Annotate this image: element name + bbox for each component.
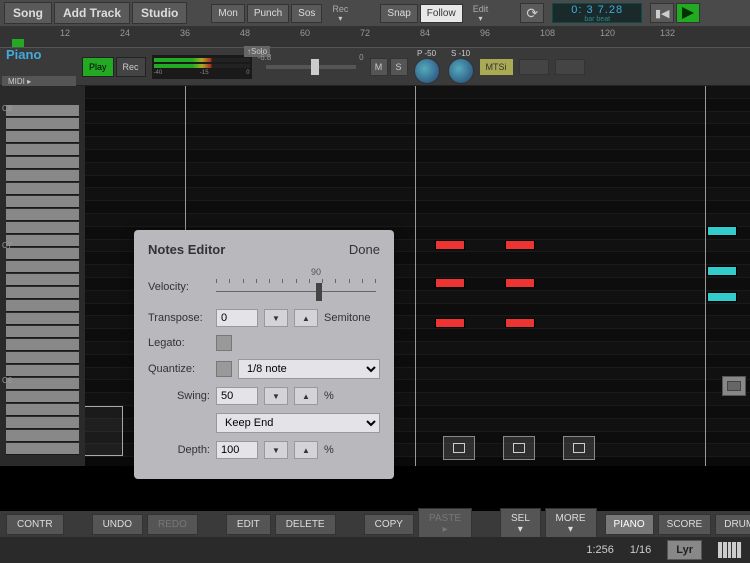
studio-button[interactable]: Studio [132, 2, 187, 24]
send-knob[interactable] [448, 58, 474, 84]
piano-keyboard[interactable]: C8 C7 C6 [0, 86, 85, 466]
sos-button[interactable]: Sos [291, 4, 322, 23]
depth-up-button[interactable]: ▲ [294, 441, 318, 459]
undo-button[interactable]: UNDO [92, 514, 143, 535]
slot-2[interactable] [555, 59, 585, 75]
mute-button[interactable]: M [370, 58, 388, 76]
add-track-button[interactable]: Add Track [54, 2, 130, 24]
midi-note[interactable] [505, 240, 535, 250]
midi-note[interactable] [435, 278, 465, 288]
track-header: Piano MIDI ▸ Play Rec -40-150 -6.8 0 M S… [0, 48, 750, 86]
track-name: Piano [6, 47, 76, 62]
semitone-label: Semitone [324, 312, 370, 324]
depth-input[interactable] [216, 441, 258, 459]
quantize-select[interactable]: 1/8 note [238, 359, 380, 379]
drum-tab[interactable]: DRUM [715, 514, 750, 535]
keep-end-select[interactable]: Keep End [216, 413, 380, 433]
keyboard-icon[interactable] [718, 542, 742, 558]
depth-label: Depth: [148, 444, 210, 456]
redo-button[interactable]: REDO [147, 514, 198, 535]
notes-editor-dialog: Notes Editor Done Velocity: 90 Transpose… [134, 230, 394, 479]
transpose-input[interactable] [216, 309, 258, 327]
selection-region[interactable] [85, 406, 123, 456]
velocity-label: Velocity: [148, 281, 210, 293]
midi-note[interactable] [505, 278, 535, 288]
midi-note[interactable] [505, 318, 535, 328]
follow-button[interactable]: Follow [420, 4, 463, 23]
lyr-button[interactable]: Lyr [667, 540, 702, 560]
mtsi-indicator[interactable]: MTSi [480, 59, 513, 75]
swing-down-button[interactable]: ▼ [264, 387, 288, 405]
track-play-button[interactable]: Play [82, 57, 114, 77]
sel-button[interactable]: SEL ▾ [500, 508, 541, 540]
transpose-down-button[interactable]: ▼ [264, 309, 288, 327]
score-tab[interactable]: SCORE [658, 514, 712, 535]
legato-label: Legato: [148, 337, 210, 349]
track-rec-button[interactable]: Rec [116, 57, 146, 77]
paste-button[interactable]: PASTE ▸ [418, 508, 472, 540]
status-bar: 1:256 1/16 Lyr [0, 537, 750, 563]
bottom-toolbar: CONTR UNDO REDO EDIT DELETE COPY PASTE ▸… [0, 511, 750, 537]
transpose-up-button[interactable]: ▲ [294, 309, 318, 327]
delete-button[interactable]: DELETE [275, 514, 336, 535]
level-meter: -40-150 [152, 55, 252, 79]
loop-marker[interactable] [443, 436, 475, 460]
swing-up-button[interactable]: ▲ [294, 387, 318, 405]
midi-note[interactable] [707, 292, 737, 302]
volume-slider[interactable] [266, 65, 356, 69]
top-toolbar: Song Add Track Studio Mon Punch Sos Rec … [0, 0, 750, 26]
midi-note[interactable] [435, 240, 465, 250]
more-button[interactable]: MORE ▾ [545, 508, 597, 540]
mon-button[interactable]: Mon [211, 4, 244, 23]
depth-down-button[interactable]: ▼ [264, 441, 288, 459]
rec-label: Rec [332, 4, 348, 14]
transport-display: 0: 3 7.28 bar beat [552, 3, 642, 23]
midi-note[interactable] [707, 226, 737, 236]
quantize-label: Quantize: [148, 363, 210, 375]
grid-indicator[interactable]: 1/16 [630, 544, 651, 556]
copy-button[interactable]: COPY [364, 514, 414, 535]
loop-marker[interactable] [503, 436, 535, 460]
song-button[interactable]: Song [4, 2, 52, 24]
done-button[interactable]: Done [349, 242, 380, 257]
contr-button[interactable]: CONTR [6, 514, 64, 535]
midi-note[interactable] [435, 318, 465, 328]
midi-note[interactable] [707, 266, 737, 276]
solo-button[interactable]: S [390, 58, 408, 76]
punch-button[interactable]: Punch [247, 4, 289, 23]
scroll-widget[interactable] [722, 376, 746, 396]
quantize-checkbox[interactable] [216, 361, 232, 377]
cycle-button[interactable]: ⟳ [520, 3, 544, 23]
rewind-button[interactable]: ▮◀ [650, 3, 674, 23]
midi-dropdown[interactable]: MIDI ▸ [2, 76, 76, 87]
swing-input[interactable] [216, 387, 258, 405]
velocity-slider[interactable]: 90 [216, 273, 376, 301]
snap-button[interactable]: Snap [380, 4, 417, 23]
swing-label: Swing: [148, 390, 210, 402]
start-marker[interactable] [12, 39, 24, 47]
dialog-title: Notes Editor [148, 242, 225, 257]
loop-marker[interactable] [563, 436, 595, 460]
edit-button[interactable]: EDIT [226, 514, 271, 535]
slot-1[interactable] [519, 59, 549, 75]
transpose-label: Transpose: [148, 312, 210, 324]
pan-knob[interactable] [414, 58, 440, 84]
edit-label: Edit [473, 4, 489, 14]
zoom-indicator[interactable]: 1:256 [586, 544, 614, 556]
timeline-ruler[interactable]: 12 24 36 48 60 72 84 96 108 120 132 ↑Sol… [0, 26, 750, 48]
piano-tab[interactable]: PIANO [605, 514, 654, 535]
play-button[interactable] [676, 3, 700, 23]
legato-checkbox[interactable] [216, 335, 232, 351]
